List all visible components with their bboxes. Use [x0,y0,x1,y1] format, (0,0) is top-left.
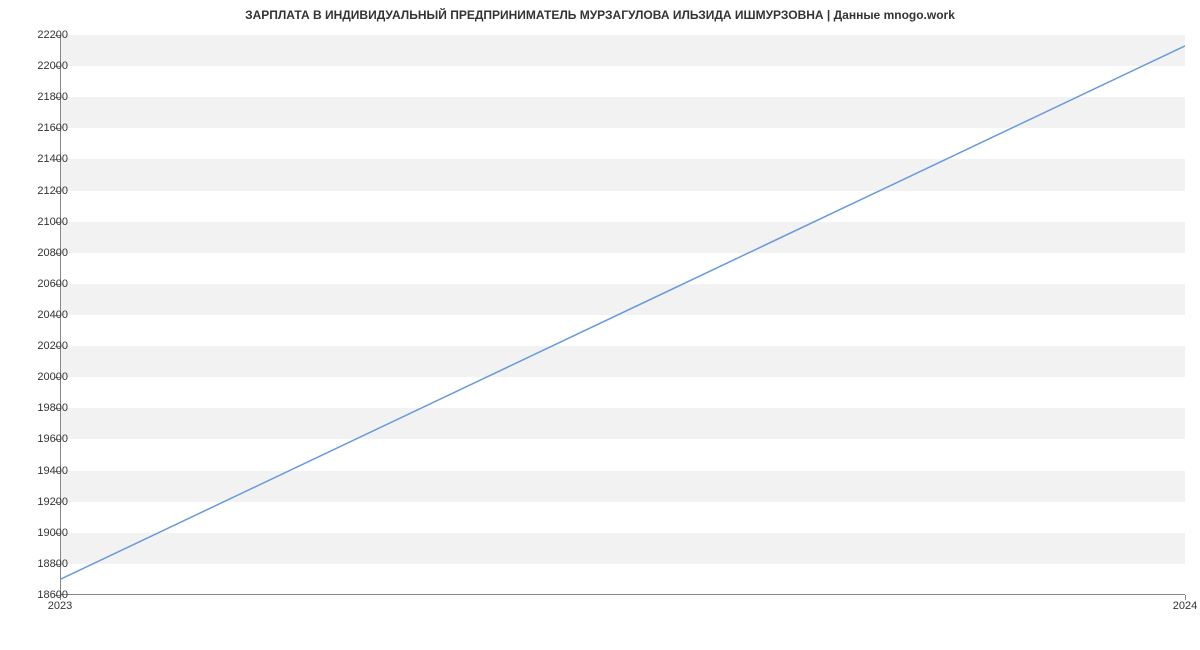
y-tick-label: 18800 [37,558,68,570]
chart-container: ЗАРПЛАТА В ИНДИВИДУАЛЬНЫЙ ПРЕДПРИНИМАТЕЛ… [0,0,1200,650]
grid-band [60,408,1185,439]
grid-band [60,471,1185,502]
grid-band [60,159,1185,190]
y-tick-label: 19000 [37,527,68,539]
y-tick-label: 20400 [37,309,68,321]
y-tick-label: 20800 [37,247,68,259]
plot-area [60,35,1185,595]
y-tick-label: 21600 [37,122,68,134]
y-tick-label: 22200 [37,29,68,41]
grid-band [60,35,1185,66]
y-tick-label: 21200 [37,185,68,197]
grid-band [60,346,1185,377]
y-tick-label: 20200 [37,340,68,352]
chart-title: ЗАРПЛАТА В ИНДИВИДУАЛЬНЫЙ ПРЕДПРИНИМАТЕЛ… [0,8,1200,22]
grid-band [60,97,1185,128]
grid-band [60,533,1185,564]
y-tick-label: 19200 [37,496,68,508]
y-tick-label: 21800 [37,91,68,103]
x-tick-label: 2023 [48,600,72,612]
x-axis-line [60,594,1185,595]
y-tick-label: 20000 [37,371,68,383]
y-tick-label: 20600 [37,278,68,290]
grid-band [60,222,1185,253]
y-tick-label: 21000 [37,216,68,228]
y-tick-label: 21400 [37,153,68,165]
y-tick-label: 22000 [37,60,68,72]
y-tick-label: 19400 [37,465,68,477]
y-tick-label: 19600 [37,433,68,445]
y-tick-label: 19800 [37,402,68,414]
x-tick-label: 2024 [1173,600,1197,612]
grid-band [60,284,1185,315]
